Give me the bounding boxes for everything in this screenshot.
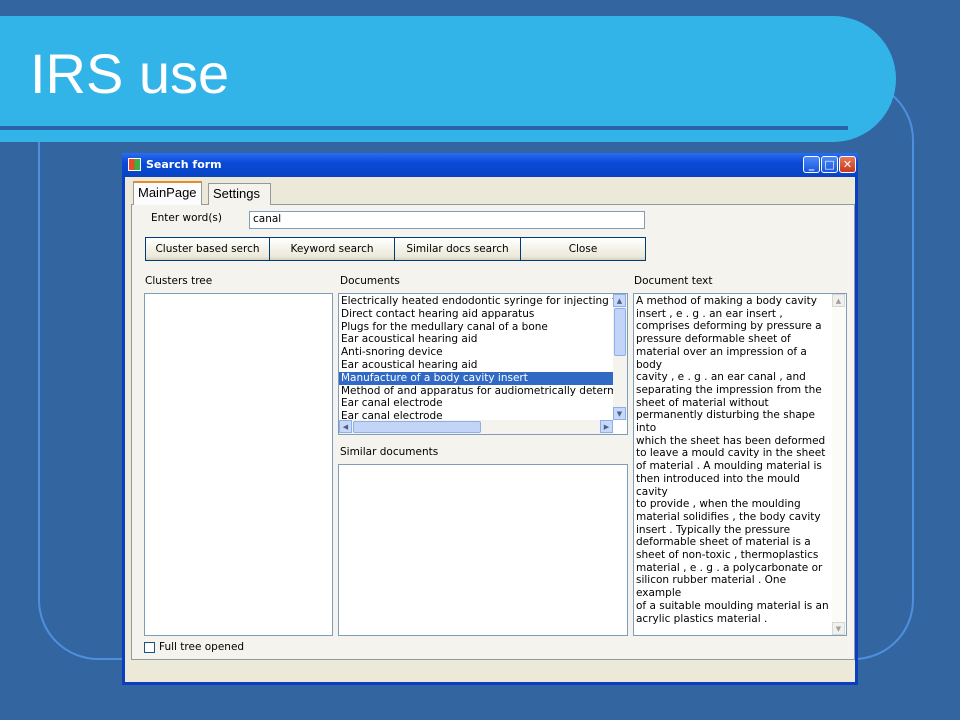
document-text-content: A method of making a body cavity insert ,… [634,294,832,626]
document-text-line: sheet of non-toxic , thermoplastics [636,549,819,562]
scroll-left-arrow-icon[interactable]: ◀ [339,420,352,433]
documents-vertical-scrollbar[interactable]: ▲ ▼ [613,294,627,420]
document-text-line: of a suitable moulding material is an [636,599,829,612]
minimize-icon[interactable]: _ [803,156,820,173]
document-text-line: cavity , e . g . an ear canal , and [636,371,806,384]
document-list-item[interactable]: Ear acoustical hearing aid [339,359,613,372]
document-text-line: material solidifies , the body cavity [636,510,821,523]
document-text-box[interactable]: A method of making a body cavity insert ,… [633,293,847,636]
document-list-item[interactable]: Method of and apparatus for audiometrica… [339,385,613,398]
similar-documents-label: Similar documents [340,446,439,458]
documents-listbox[interactable]: Electrically heated endodontic syringe f… [338,293,628,435]
document-list-item[interactable]: Ear canal electrode [339,397,613,410]
document-text-label: Document text [634,275,713,287]
documents-label: Documents [340,275,400,287]
clusters-tree-label: Clusters tree [145,275,213,287]
document-text-line: permanently disturbing the shape into [636,409,815,435]
slide-title-underline [0,126,848,130]
documents-horizontal-scrollbar[interactable]: ◀ ▶ [339,420,613,434]
scroll-right-arrow-icon[interactable]: ▶ [600,420,613,433]
document-text-line: material over an impression of a body [636,345,807,371]
document-text-line: comprises deforming by pressure a [636,320,822,333]
keyword-search-button[interactable]: Keyword search [269,237,395,261]
document-text-line: to provide , when the moulding [636,498,801,511]
window-title: Search form [146,158,222,171]
full-tree-checkbox[interactable] [144,642,155,653]
clusters-tree[interactable] [144,293,333,636]
document-list-item[interactable]: Manufacture of a body cavity insert [339,371,613,385]
documents-vscroll-thumb[interactable] [614,308,626,356]
document-text-line: to leave a mould cavity in the sheet [636,447,826,460]
document-text-scrollbar[interactable]: ▲ ▼ [832,294,846,635]
similar-docs-search-button[interactable]: Similar docs search [394,237,521,261]
full-tree-label: Full tree opened [159,641,245,653]
slide-title: IRS use [30,42,230,105]
tab-mainpage[interactable]: MainPage [133,181,202,205]
search-form-window: Search form _ □ ✕ MainPage Settings Ente… [122,153,858,685]
app-icon [128,158,141,171]
search-input[interactable]: canal [249,211,645,229]
window-titlebar[interactable]: Search form _ □ ✕ [122,153,858,177]
document-list-item[interactable]: Anti-snoring device [339,346,613,359]
close-button[interactable]: Close [520,237,646,261]
document-text-line: A method of making a body cavity [636,295,817,307]
document-text-line: then introduced into the mould cavity [636,472,800,498]
document-text-line: insert . Typically the pressure [636,523,791,536]
document-text-line: silicon rubber material . One example [636,574,787,600]
document-text-line: separating the impression from the [636,383,822,396]
scroll-up-arrow-icon[interactable]: ▲ [613,294,626,307]
cluster-search-button[interactable]: Cluster based serch [145,237,270,261]
scroll-down-arrow-icon[interactable]: ▼ [832,622,845,635]
document-list-item[interactable]: Plugs for the medullary canal of a bone [339,321,613,334]
document-text-line: insert , e . g . an ear insert , [636,307,783,320]
tab-settings[interactable]: Settings [208,183,271,205]
document-list-item[interactable]: Ear canal electrode [339,410,613,420]
document-list-item[interactable]: Electrically heated endodontic syringe f… [339,295,613,308]
scroll-down-arrow-icon[interactable]: ▼ [613,407,626,420]
document-text-line: material , e . g . a polycarbonate or [636,561,823,574]
document-text-line: which the sheet has been deformed [636,434,826,447]
documents-hscroll-thumb[interactable] [353,421,481,433]
maximize-icon[interactable]: □ [821,156,838,173]
search-label: Enter word(s) [151,212,222,224]
document-list-item[interactable]: Direct contact hearing aid apparatus [339,308,613,321]
document-text-line: sheet of material without [636,396,769,409]
scroll-up-arrow-icon[interactable]: ▲ [832,294,845,307]
similar-documents-listbox[interactable] [338,464,628,636]
document-text-line: pressure deformable sheet of [636,333,791,346]
document-text-line: deformable sheet of material is a [636,536,811,549]
document-text-line: of material . A moulding material is [636,460,822,473]
document-text-line: acrylic plastics material . [636,612,768,625]
document-list-item[interactable]: Ear acoustical hearing aid [339,333,613,346]
close-icon[interactable]: ✕ [839,156,856,173]
documents-list: Electrically heated endodontic syringe f… [339,295,613,420]
